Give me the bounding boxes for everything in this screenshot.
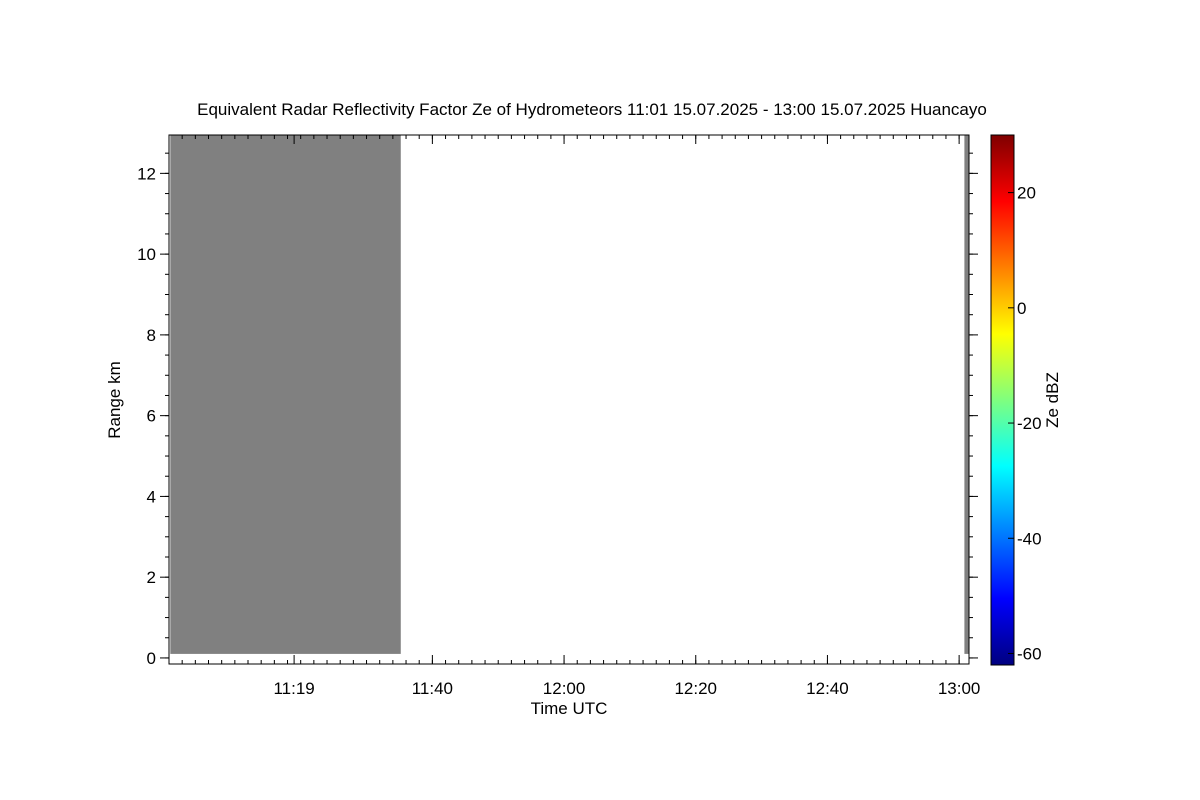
chart-title: Equivalent Radar Reflectivity Factor Ze …	[197, 100, 987, 119]
colorbar-tick-label: -60	[1017, 644, 1042, 663]
y-tick-label: 6	[147, 407, 156, 426]
colorbar-label: Ze dBZ	[1043, 372, 1062, 428]
x-axis-label: Time UTC	[531, 699, 608, 718]
x-tick-label: 13:00	[938, 679, 981, 698]
colorbar-tick-label: -20	[1017, 414, 1042, 433]
y-tick-label: 8	[147, 326, 156, 345]
y-axis-label: Range km	[105, 361, 124, 438]
colorbar-tick-label: 20	[1017, 184, 1036, 203]
x-tick-label: 11:40	[412, 679, 453, 698]
y-tick-label: 0	[147, 649, 156, 668]
y-tick-label: 10	[137, 245, 156, 264]
y-tick-label: 12	[137, 164, 156, 183]
y-tick-label: 4	[147, 487, 156, 506]
x-tick-label: 12:00	[543, 679, 586, 698]
radar-chart: Equivalent Radar Reflectivity Factor Ze …	[105, 100, 1062, 718]
colorbar-tick-label: 0	[1017, 299, 1026, 318]
x-tick-label: 11:19	[273, 679, 314, 698]
colorbar: -60 -40 -20 0 20 Ze dBZ	[990, 134, 1062, 666]
y-tick-label: 2	[147, 568, 156, 587]
plot-data-layer	[170, 135, 969, 654]
colorbar-tick-label: -40	[1017, 529, 1042, 548]
x-tick-label: 12:20	[674, 679, 717, 698]
no-data-region	[170, 135, 401, 654]
no-data-region	[964, 135, 969, 654]
x-tick-label: 12:40	[806, 679, 849, 698]
colorbar-scale	[990, 134, 1015, 666]
